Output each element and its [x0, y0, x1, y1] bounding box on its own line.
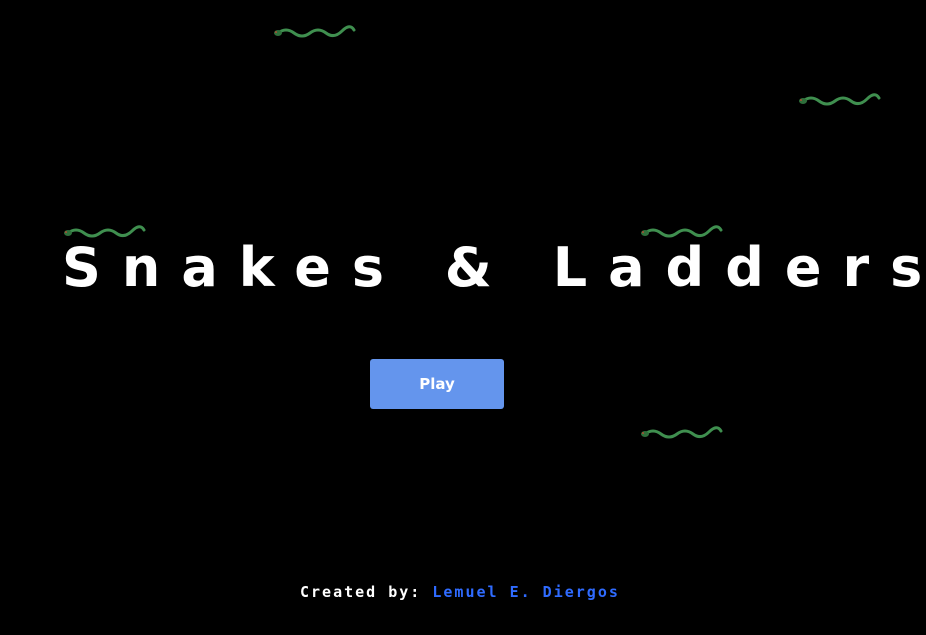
credits: Created by: Lemuel E. Diergos [300, 580, 618, 604]
play-button[interactable]: Play [370, 359, 504, 409]
credit-label: Created by: [300, 583, 422, 601]
snake-sprite-icon [639, 426, 723, 442]
credit-author: Lemuel E. Diergos [432, 583, 620, 601]
snake-sprite-icon [272, 25, 356, 41]
start-screen: Snakes & Ladders Play Created by: Lemuel… [0, 0, 926, 635]
snake-sprite-icon [797, 93, 881, 109]
game-title: Snakes & Ladders [62, 236, 926, 299]
